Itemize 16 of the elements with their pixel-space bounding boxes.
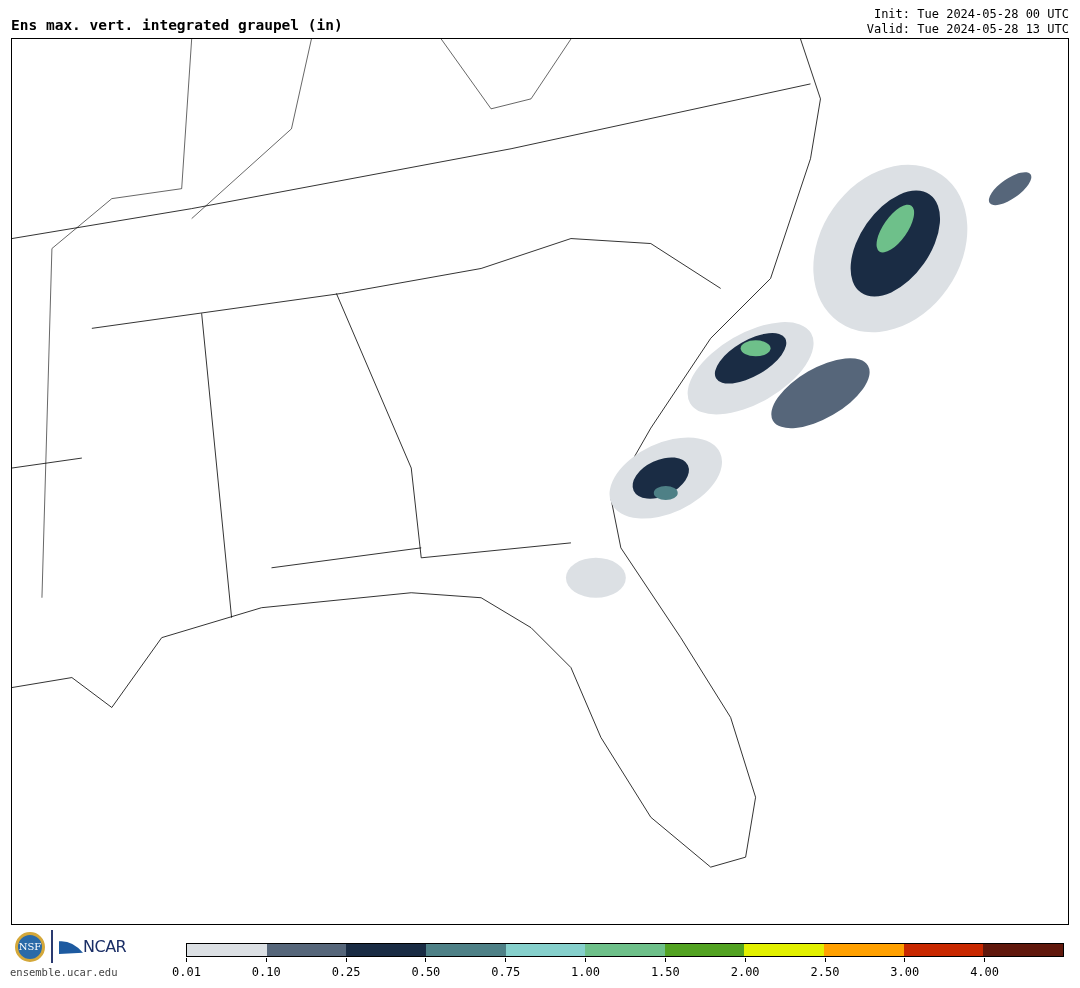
colorbar-label: 2.00 [730,965,760,979]
colorbar-label: 2.50 [810,965,840,979]
colorbar-label: 4.00 [970,965,1000,979]
colorbar-label: 0.50 [411,965,441,979]
colorbar-label: 0.10 [251,965,281,979]
colorbar-label: 1.00 [571,965,600,979]
colorbar-label: 0.01 [172,965,201,979]
colorbar-label: 0.25 [331,965,361,979]
map-title: Ens max. vert. integrated graupel (in) [11,17,343,35]
colorbar-label: 0.75 [491,965,521,979]
colorbar-label: 1.50 [650,965,680,979]
colorbar-label: 3.00 [890,965,920,979]
valid-time: Valid: Tue 2024-05-28 13 UTC [866,22,1069,37]
init-time: Init: Tue 2024-05-28 00 UTC [872,7,1069,22]
nsf-logo: NSF [15,931,45,962]
ncar-logo: NCAR [83,937,127,956]
